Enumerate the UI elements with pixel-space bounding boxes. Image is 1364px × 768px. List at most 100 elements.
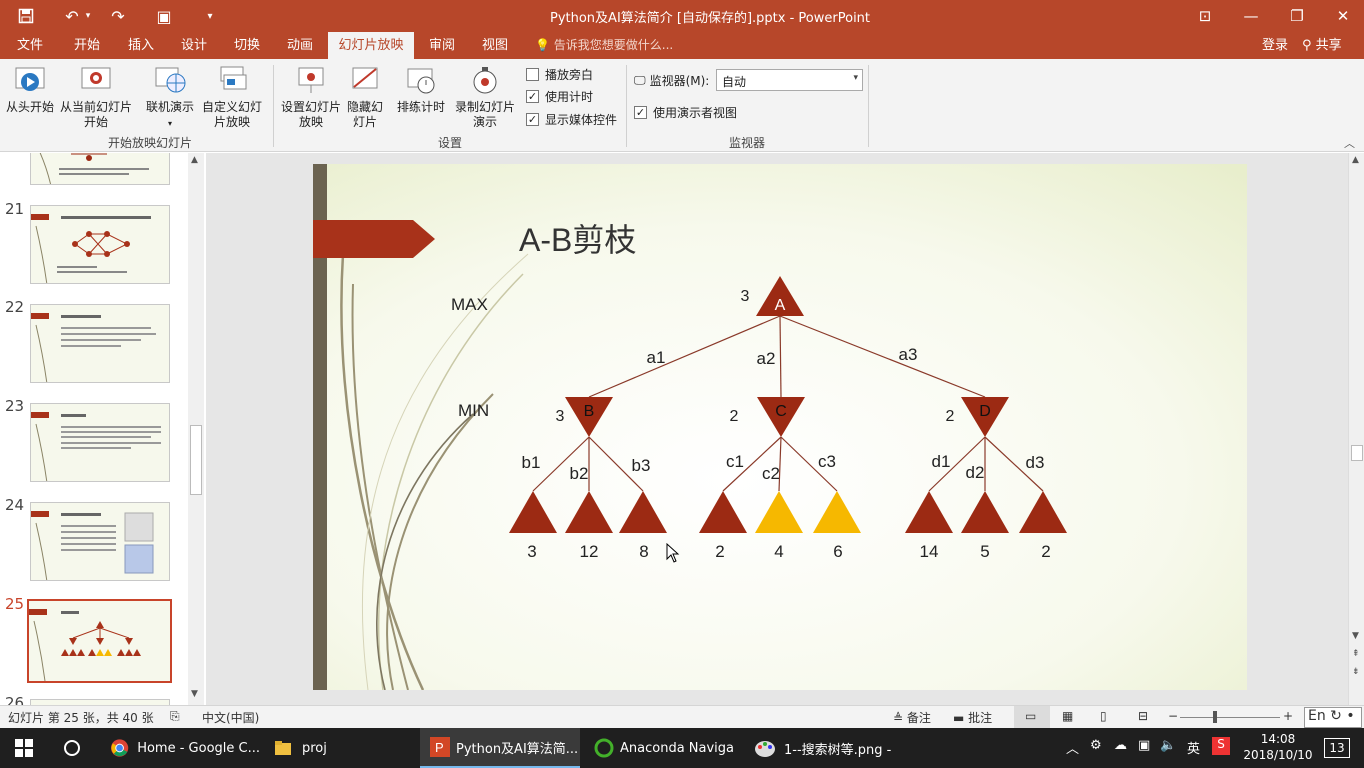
hide-slide-button[interactable]: 隐藏幻灯片 bbox=[342, 65, 388, 130]
min-node-value-B: 3 bbox=[556, 408, 565, 425]
language-status[interactable]: 中文(中国) bbox=[202, 709, 259, 726]
chrome-icon bbox=[110, 739, 129, 757]
customize-qa-icon[interactable]: ▾ bbox=[196, 4, 224, 28]
tab-view[interactable]: 视图 bbox=[472, 32, 518, 59]
collapse-ribbon-icon[interactable]: ︿ bbox=[1344, 135, 1355, 151]
taskbar-chrome[interactable]: Home - Google C... bbox=[100, 728, 260, 768]
slide-scrollbar[interactable]: ▲ ▼ ⇞ ⇟ bbox=[1348, 153, 1364, 705]
tab-animations[interactable]: 动画 bbox=[277, 32, 323, 59]
comments-button[interactable]: ▬ 批注 bbox=[953, 709, 992, 726]
volume-icon[interactable]: 🔈 bbox=[1160, 738, 1176, 753]
redo-icon[interactable]: ↷ bbox=[104, 4, 132, 28]
reading-view-icon[interactable]: ▯ bbox=[1100, 709, 1107, 723]
notes-button[interactable]: ≜ 备注 bbox=[893, 709, 931, 726]
from-current-button[interactable]: 从当前幻灯片开始 bbox=[58, 65, 134, 130]
scroll-down-icon[interactable]: ▼ bbox=[191, 689, 198, 699]
monitor-select[interactable]: 自动 ▾ bbox=[716, 69, 863, 91]
tray-expand-icon[interactable]: ︿ bbox=[1066, 738, 1079, 757]
save-icon[interactable] bbox=[12, 4, 40, 28]
cortana-circle-icon bbox=[64, 740, 80, 756]
tray-weather-icon[interactable]: ☁ bbox=[1114, 738, 1127, 753]
taskbar-paint[interactable]: 1--搜索树等.png - bbox=[748, 728, 908, 768]
document-title: Python及AI算法简介 [自动保存的].pptx - PowerPoint bbox=[549, 11, 871, 26]
rehearse-timings-button[interactable]: 排练计时 bbox=[394, 65, 448, 115]
restore-button[interactable]: ❐ bbox=[1274, 0, 1320, 32]
edge-label-c2: c2 bbox=[762, 464, 780, 483]
scrollbar-thumb[interactable] bbox=[1351, 445, 1363, 461]
close-button[interactable]: ✕ bbox=[1320, 0, 1364, 32]
start-from-beginning-qa-icon[interactable]: ▣ bbox=[150, 4, 178, 28]
zoom-out-icon[interactable]: − bbox=[1168, 709, 1178, 723]
show-media-controls-checkbox[interactable]: ✓ 显示媒体控件 bbox=[526, 111, 617, 128]
sogou-input-icon[interactable]: S bbox=[1212, 737, 1230, 755]
slide-25[interactable]: A 3 B 3 C 2 D 2 a1 a2 a3 b1 b2 b3 c1 c2 c3 d1 d2 d3 3 12 8 2 4 6 1… bbox=[313, 164, 1247, 690]
setup-show-button[interactable]: 设置幻灯片放映 bbox=[280, 65, 342, 130]
leaf-value-c2: 4 bbox=[774, 542, 783, 561]
start-button[interactable] bbox=[0, 728, 48, 768]
leaf-value-c1: 2 bbox=[715, 542, 724, 561]
hide-slide-label: 隐藏幻灯片 bbox=[346, 100, 383, 129]
clock-time: 14:08 bbox=[1260, 732, 1296, 746]
ribbon-display-options-icon[interactable]: ⊡ bbox=[1182, 0, 1228, 32]
thumbnail-scrollbar[interactable]: ▲ ▼ bbox=[188, 153, 204, 705]
tab-file[interactable]: 文件 bbox=[8, 32, 52, 59]
taskbar-proj[interactable]: proj bbox=[264, 728, 414, 768]
scroll-up-icon[interactable]: ▲ bbox=[1352, 155, 1359, 165]
present-online-button[interactable]: 联机演示 ▾ bbox=[140, 65, 200, 131]
slide-thumbnail-20[interactable] bbox=[30, 153, 170, 185]
scroll-up-icon[interactable]: ▲ bbox=[191, 155, 198, 165]
scroll-down-icon[interactable]: ▼ bbox=[1352, 631, 1359, 641]
slide-show-view-icon[interactable]: ⊟ bbox=[1138, 709, 1148, 723]
login-link[interactable]: 登录 bbox=[1262, 32, 1288, 59]
slide-thumbnail-25[interactable] bbox=[27, 599, 172, 683]
taskbar-anaconda[interactable]: Anaconda Naviga bbox=[584, 728, 744, 768]
tell-me-search[interactable]: 💡 告诉我您想要做什么... bbox=[535, 32, 673, 59]
edge-label-d2: d2 bbox=[966, 463, 985, 482]
slide-thumbnail-24[interactable] bbox=[30, 502, 170, 581]
zoom-slider-thumb[interactable] bbox=[1213, 711, 1217, 723]
share-button[interactable]: ⚲ 共享 bbox=[1302, 32, 1342, 59]
custom-show-button[interactable]: 自定义幻灯片放映 bbox=[196, 65, 268, 130]
edge-label-d1: d1 bbox=[932, 452, 951, 471]
folder-icon bbox=[275, 741, 291, 755]
slide-number-24: 24 bbox=[5, 496, 25, 514]
ime-indicator[interactable]: 英 bbox=[1187, 738, 1200, 757]
tab-design[interactable]: 设计 bbox=[171, 32, 217, 59]
notes-icon: ≜ bbox=[893, 711, 907, 725]
online-dropdown-icon[interactable]: ▾ bbox=[168, 119, 172, 128]
previous-slide-icon[interactable]: ⇞ bbox=[1352, 649, 1360, 659]
lang-badge-text: En bbox=[1308, 708, 1326, 724]
minimize-button[interactable]: — bbox=[1228, 0, 1274, 32]
slide-thumbnail-21[interactable] bbox=[30, 205, 170, 284]
checkbox-checked-icon: ✓ bbox=[634, 106, 647, 119]
slide-thumbnail-22[interactable] bbox=[30, 304, 170, 383]
tab-transitions[interactable]: 切换 bbox=[224, 32, 270, 59]
search-button[interactable] bbox=[50, 728, 94, 768]
undo-dropdown-icon[interactable]: ▾ bbox=[80, 4, 96, 28]
from-beginning-button[interactable]: 从头开始 bbox=[4, 65, 56, 115]
tab-slide-show[interactable]: 幻灯片放映 bbox=[328, 32, 414, 59]
input-language-badge[interactable]: En ↻ • bbox=[1304, 707, 1362, 728]
normal-view-button[interactable]: ▭ bbox=[1014, 706, 1050, 728]
clock[interactable]: 14:08 2018/10/10 bbox=[1238, 731, 1318, 763]
spellcheck-icon[interactable]: ⎘ bbox=[170, 709, 180, 724]
slide-thumbnail-23[interactable] bbox=[30, 403, 170, 482]
scrollbar-thumb[interactable] bbox=[190, 425, 202, 495]
use-timings-checkbox[interactable]: ✓ 使用计时 bbox=[526, 88, 593, 105]
record-show-button[interactable]: 录制幻灯片演示 bbox=[450, 65, 520, 130]
tab-home[interactable]: 开始 bbox=[64, 32, 110, 59]
tab-review[interactable]: 审阅 bbox=[419, 32, 465, 59]
tray-app-icon[interactable]: ⚙ bbox=[1090, 738, 1102, 753]
leaf-value-d3: 2 bbox=[1041, 542, 1050, 561]
network-icon[interactable]: ▣ bbox=[1138, 738, 1150, 753]
slide-sorter-icon[interactable]: ▦ bbox=[1062, 709, 1073, 723]
notification-center-icon[interactable]: 13 bbox=[1324, 738, 1350, 758]
taskbar-powerpoint[interactable]: P Python及AI算法简... bbox=[420, 728, 580, 768]
next-slide-icon[interactable]: ⇟ bbox=[1352, 667, 1360, 677]
zoom-slider[interactable] bbox=[1180, 717, 1280, 718]
presenter-view-checkbox[interactable]: ✓ 使用演示者视图 bbox=[634, 104, 737, 121]
play-narrations-checkbox[interactable]: 播放旁白 bbox=[526, 66, 593, 83]
edge-label-c3: c3 bbox=[818, 452, 836, 471]
tab-insert[interactable]: 插入 bbox=[118, 32, 164, 59]
zoom-in-icon[interactable]: + bbox=[1283, 709, 1293, 723]
